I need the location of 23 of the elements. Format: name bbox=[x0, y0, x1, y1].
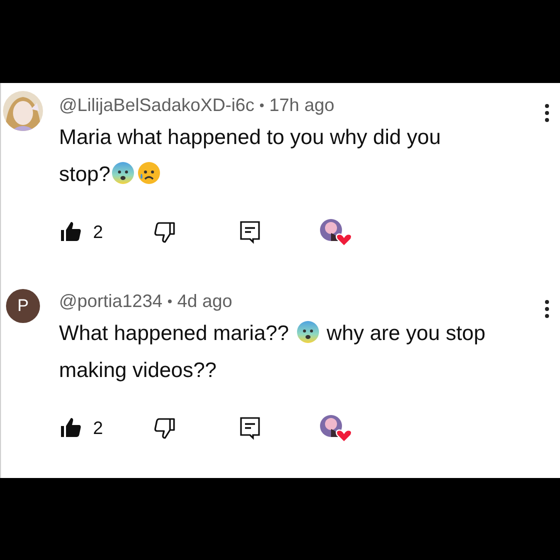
thumbs-down-icon bbox=[153, 416, 177, 440]
like-count: 2 bbox=[93, 220, 104, 244]
avatar[interactable]: P bbox=[6, 289, 40, 323]
comment-time: 17h ago bbox=[269, 94, 334, 117]
comment-text: Maria what happened to you why did you stop? bbox=[59, 125, 442, 188]
like-count: 2 bbox=[93, 416, 104, 440]
more-menu-button[interactable] bbox=[544, 101, 552, 125]
reply-icon bbox=[239, 220, 261, 244]
author-name[interactable]: @portia1234 bbox=[59, 287, 162, 315]
thumbs-up-icon bbox=[59, 416, 83, 440]
reply-icon bbox=[239, 416, 261, 440]
thumbs-up-icon bbox=[59, 220, 83, 244]
more-icon bbox=[544, 299, 550, 319]
separator-dot: • bbox=[167, 292, 172, 311]
more-menu-button[interactable] bbox=[544, 297, 552, 321]
like-button[interactable]: 2 bbox=[59, 218, 153, 246]
separator-dot: • bbox=[259, 96, 264, 115]
thumbs-down-icon bbox=[153, 220, 177, 244]
author-name[interactable]: @LilijaBelSadakoXD-i6c bbox=[59, 91, 254, 119]
more-icon bbox=[544, 103, 550, 123]
comment-time: 4d ago bbox=[177, 290, 232, 313]
comment-text: What happened maria?? why are you stop making videos?? bbox=[59, 319, 486, 384]
like-button[interactable]: 2 bbox=[59, 414, 153, 442]
